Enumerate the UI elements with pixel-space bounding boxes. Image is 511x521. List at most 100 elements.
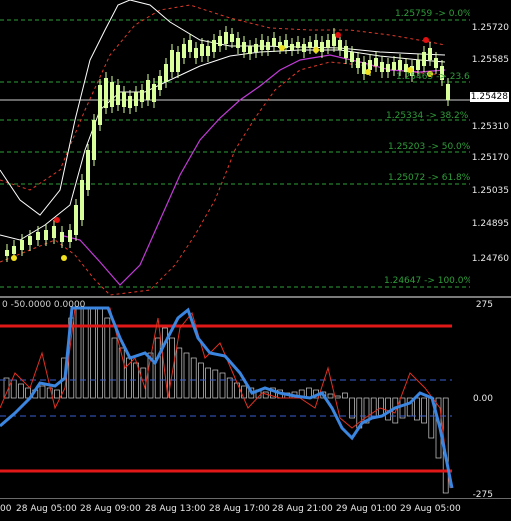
candle-body — [206, 46, 210, 56]
candle-body — [224, 32, 228, 44]
candle-body — [20, 240, 24, 250]
candle-body — [170, 50, 174, 72]
oscillator-header: 0 -50.0000 0.0000 — [2, 300, 86, 310]
time-tick: 29 Aug 05:00 — [400, 504, 461, 514]
candle-body — [320, 42, 324, 52]
oscillator-axis: 275 0.00 -275 — [470, 298, 511, 500]
candle-body — [356, 58, 360, 68]
candle-body — [290, 44, 294, 50]
time-tick: 29 Aug 01:00 — [336, 504, 397, 514]
candle-body — [194, 48, 198, 58]
candle-body — [152, 84, 156, 102]
fractal-up-dot — [54, 217, 60, 223]
time-tick: 28 Aug 05:00 — [16, 504, 77, 514]
osc-histogram-bar — [39, 385, 46, 399]
candle-body — [326, 40, 330, 48]
fractal-down-dot — [11, 255, 17, 261]
candle-body — [428, 48, 432, 60]
fractal-down-dot — [61, 255, 67, 261]
candle-body — [212, 40, 216, 52]
time-tick: 28 Aug 09:00 — [80, 504, 141, 514]
price-tick: 1.25310 — [471, 122, 509, 132]
osc-histogram-bar — [334, 395, 341, 399]
candle-body — [254, 44, 258, 52]
candle-body — [146, 80, 150, 100]
candle-body — [308, 42, 312, 48]
osc-histogram-bar — [349, 397, 355, 419]
price-tick: 1.25035 — [471, 186, 509, 196]
price-tick: 1.24760 — [471, 254, 509, 264]
fib-label-500: 1.25203 -> 50.0% — [388, 142, 471, 152]
fractal-down-dot — [279, 45, 285, 51]
osc-histogram-bar — [10, 379, 17, 399]
candle-body — [176, 52, 180, 72]
price-tick: 1.25585 — [471, 55, 509, 65]
osc-histogram-bar — [176, 347, 183, 399]
candle-body — [122, 92, 126, 107]
candle-body — [314, 40, 318, 48]
price-tick: 1.24895 — [471, 219, 509, 229]
candle-body — [368, 60, 372, 70]
candle-body — [398, 60, 402, 70]
candle-body — [350, 52, 354, 62]
candle-body — [86, 150, 90, 190]
candle-body — [134, 92, 138, 106]
osc-histogram-bar — [378, 397, 384, 417]
osc-histogram-bar — [104, 317, 111, 399]
candle-body — [242, 42, 246, 52]
candle-body — [236, 38, 240, 48]
candle-body — [416, 60, 420, 70]
fib-label-0: 1.25759 -> 0.0% — [395, 9, 472, 19]
osc-tick-top: 275 — [475, 300, 493, 310]
osc-histogram-bar — [154, 337, 161, 399]
candle-body — [80, 180, 84, 220]
osc-histogram-bar — [111, 337, 118, 399]
price-tick: 1.25720 — [471, 23, 509, 33]
candle-body — [200, 44, 204, 56]
osc-histogram-bar — [18, 383, 24, 399]
time-tick: 28 Aug 17:00 — [209, 504, 270, 514]
candle-body — [188, 40, 192, 52]
osc-histogram-bar — [169, 337, 175, 399]
candle-body — [260, 40, 264, 50]
osc-histogram-bar — [97, 307, 103, 399]
candle-body — [164, 64, 168, 82]
candle-body — [434, 58, 438, 68]
fib-label-1000: 1.24647 -> 100.0% — [384, 276, 473, 286]
candle-body — [5, 250, 9, 256]
band-lower-dotted — [0, 61, 446, 296]
candle-body — [338, 40, 342, 50]
time-tick: 00 — [0, 504, 12, 514]
trading-chart-window: 1.25759 -> 0.0% 1.25465 -> 23.6% 1.25334… — [0, 0, 511, 521]
candle-body — [392, 62, 396, 70]
candle-body — [12, 246, 16, 254]
price-axis: 1.25720 1.25585 1.25428 1.25310 1.25170 … — [469, 0, 511, 296]
osc-histogram-bar — [219, 372, 226, 399]
osc-histogram-bar — [399, 397, 406, 419]
candle-body — [104, 78, 108, 108]
candle-body — [386, 64, 390, 72]
candle-body — [116, 85, 120, 105]
fractal-down-dot — [313, 47, 319, 53]
candle-body — [182, 44, 186, 58]
osc-histogram-bar — [82, 307, 89, 399]
time-axis: 00 28 Aug 05:00 28 Aug 09:00 28 Aug 13:0… — [0, 498, 511, 521]
candle-body — [92, 120, 96, 160]
osc-main-line — [0, 306, 454, 489]
current-price-badge: 1.25428 — [469, 92, 509, 102]
fib-label-236: 1.25465 -> 23.6% — [396, 72, 479, 82]
osc-histogram-bar — [90, 307, 96, 399]
osc-histogram-bar — [75, 307, 82, 399]
oscillator-chart[interactable] — [0, 298, 470, 498]
candle-body — [36, 232, 40, 240]
osc-histogram-bar — [370, 397, 377, 419]
candle-body — [68, 230, 72, 242]
band-upper — [0, 0, 446, 216]
candle-body — [218, 36, 222, 46]
candle-body — [52, 226, 56, 238]
osc-histogram-bar — [421, 397, 427, 424]
candle-body — [302, 44, 306, 52]
osc-histogram-bar — [342, 392, 348, 399]
candle-body — [422, 52, 426, 66]
osc-histogram-bar — [54, 389, 60, 399]
